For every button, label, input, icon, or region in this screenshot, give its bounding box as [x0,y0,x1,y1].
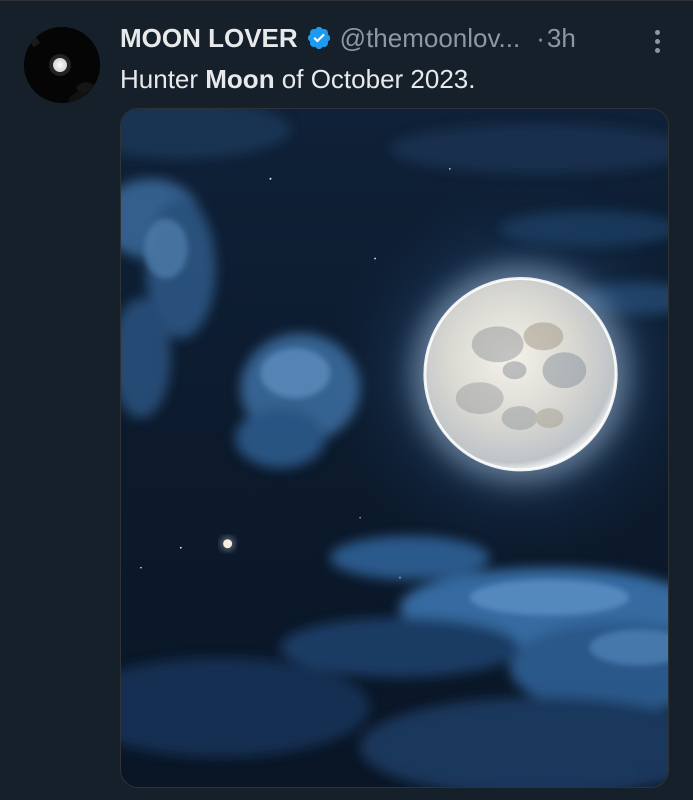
timestamp[interactable]: 3h [547,23,576,54]
tweet-text-start: Hunter [120,64,206,94]
tweet-media-image[interactable] [120,108,669,788]
dot-separator: · [536,22,545,53]
avatar[interactable] [24,27,100,103]
avatar-image [24,27,100,103]
author-handle[interactable]: @themoonlov... [340,23,521,54]
tweet-text-end: of October 2023. [274,64,476,94]
tweet-text: Hunter Moon of October 2023. [120,62,669,96]
author-name[interactable]: MOON LOVER [120,23,298,54]
verified-badge-icon [306,25,332,51]
divider [0,0,693,1]
moon-photo [121,109,668,787]
more-options-icon[interactable] [645,26,669,56]
tweet-header: MOON LOVER @themoonlov... · 3h [120,20,669,56]
tweet-text-bold: Moon [205,64,275,94]
tweet-card[interactable]: MOON LOVER @themoonlov... · 3h Hunter Mo… [0,0,693,800]
